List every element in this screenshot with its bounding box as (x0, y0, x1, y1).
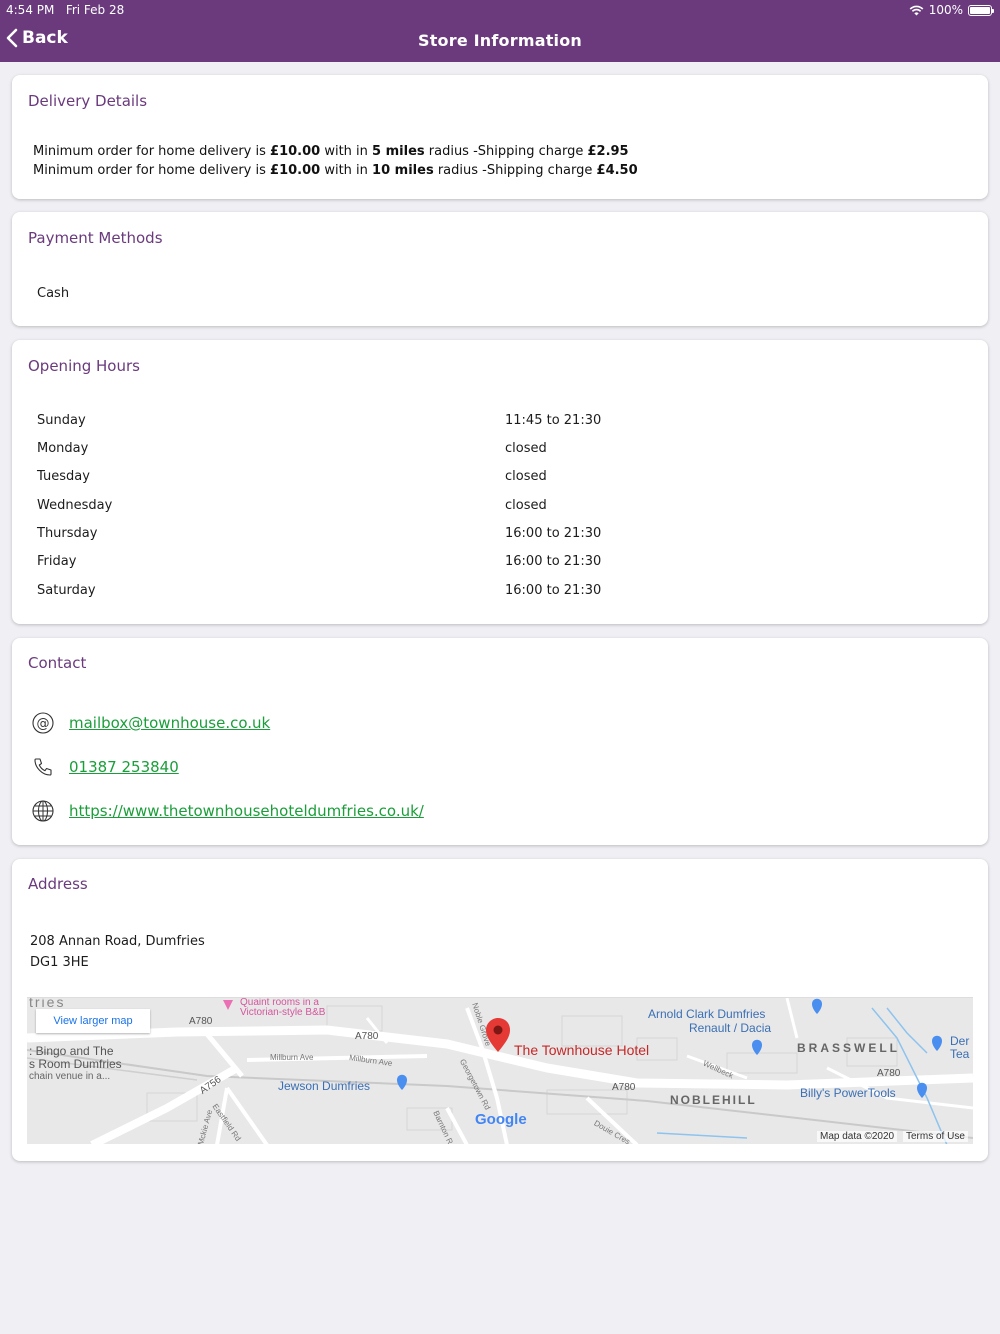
wifi-icon (909, 5, 924, 15)
delivery-radius: 10 miles (372, 163, 434, 178)
map-label: s Room Dumfries (29, 1057, 122, 1071)
contact-title: Contact (28, 654, 87, 672)
hours-row: Tuesday closed (37, 469, 977, 489)
address-card: Address 208 Annan Road, Dumfries DG1 3HE (12, 859, 988, 1161)
contact-email-row: @ mailbox@townhouse.co.uk (30, 710, 270, 736)
phone-icon (30, 754, 56, 780)
map-label: BRASSWELL (797, 1041, 900, 1055)
globe-icon (30, 798, 56, 824)
hours-time: 11:45 to 21:30 (505, 413, 602, 428)
map-label: Der (950, 1034, 970, 1048)
delivery-line: Minimum order for home delivery is £10.0… (33, 163, 638, 178)
address-line1: 208 Annan Road, Dumfries (30, 934, 205, 949)
page-title: Store Information (417, 31, 583, 50)
map-label: A780 (877, 1068, 901, 1079)
hours-row: Saturday 16:00 to 21:30 (37, 583, 977, 603)
hours-row: Friday 16:00 to 21:30 (37, 554, 977, 574)
delivery-amount: £10.00 (270, 163, 321, 178)
battery-icon (968, 4, 994, 16)
map-embed[interactable]: View larger map tries Quaint rooms in a … (27, 997, 973, 1144)
delivery-text: with in (320, 144, 373, 159)
map-terms-link[interactable]: Terms of Use (903, 1131, 968, 1142)
map-label: A780 (355, 1031, 379, 1042)
delivery-line: Minimum order for home delivery is £10.0… (33, 144, 629, 159)
map-label: Tea (950, 1047, 970, 1061)
hours-time: 16:00 to 21:30 (505, 554, 602, 569)
hours-row: Wednesday closed (37, 498, 977, 518)
hours-day: Wednesday (37, 498, 113, 513)
contact-phone-row: 01387 253840 (30, 754, 179, 780)
contact-website-row: https://www.thetownhousehoteldumfries.co… (30, 798, 424, 824)
delivery-radius: 5 miles (372, 144, 425, 159)
hours-day: Saturday (37, 583, 96, 598)
delivery-text: Minimum order for home delivery is (33, 163, 271, 178)
email-link[interactable]: mailbox@townhouse.co.uk (69, 714, 270, 732)
map-label: tries (29, 997, 66, 1010)
delivery-amount: £10.00 (270, 144, 321, 159)
hours-time: 16:00 to 21:30 (505, 526, 602, 541)
battery-percent: 100% (928, 3, 963, 17)
hours-time: closed (505, 469, 547, 484)
map-label: Renault / Dacia (689, 1021, 772, 1035)
view-larger-map-link[interactable]: View larger map (36, 1009, 150, 1033)
payment-title: Payment Methods (28, 229, 163, 247)
delivery-text: with in (320, 163, 373, 178)
delivery-charge: £2.95 (587, 144, 629, 159)
delivery-charge: £4.50 (596, 163, 638, 178)
map-label: NOBLEHILL (670, 1093, 757, 1107)
svg-text:@: @ (37, 717, 50, 732)
hours-row: Monday closed (37, 441, 977, 461)
hours-card: Opening Hours Sunday 11:45 to 21:30 Monda… (12, 340, 988, 624)
map-label: A780 (189, 1016, 213, 1027)
status-time-date: 4:54 PM Fri Feb 28 (6, 3, 124, 17)
address-title: Address (28, 875, 88, 893)
hours-day: Friday (37, 554, 77, 569)
delivery-text: radius -Shipping charge (424, 144, 588, 159)
hours-day: Tuesday (37, 469, 90, 484)
hours-title: Opening Hours (28, 357, 140, 375)
hours-day: Sunday (37, 413, 86, 428)
hours-row: Thursday 16:00 to 21:30 (37, 526, 977, 546)
hours-time: closed (505, 498, 547, 513)
map-label: Billy's PowerTools (800, 1086, 896, 1100)
status-time: 4:54 PM (6, 3, 55, 17)
hours-row: Sunday 11:45 to 21:30 (37, 413, 977, 433)
address-line2: DG1 3HE (30, 955, 89, 970)
hours-day: Thursday (37, 526, 98, 541)
website-link[interactable]: https://www.thetownhousehoteldumfries.co… (69, 802, 424, 820)
map-place-label: The Townhouse Hotel (514, 1042, 650, 1058)
google-logo: Google (475, 1111, 527, 1128)
delivery-text: Minimum order for home delivery is (33, 144, 271, 159)
map-label: Arnold Clark Dumfries (648, 1007, 766, 1021)
status-right: 100% (909, 3, 994, 17)
hours-time: 16:00 to 21:30 (505, 583, 602, 598)
hours-day: Monday (37, 441, 89, 456)
map-label: chain venue in a... (29, 1071, 111, 1082)
at-sign-icon: @ (30, 710, 56, 736)
contact-card: Contact @ mailbox@townhouse.co.uk 01387 … (12, 638, 988, 845)
map-label: A780 (612, 1082, 636, 1093)
phone-link[interactable]: 01387 253840 (69, 758, 179, 776)
nav-bar: 4:54 PM Fri Feb 28 100% Back Store Infor… (0, 0, 1000, 62)
delivery-card: Delivery Details Minimum order for home … (12, 75, 988, 199)
map-label: Jewson Dumfries (278, 1079, 371, 1093)
delivery-text: radius -Shipping charge (433, 163, 597, 178)
payment-method: Cash (37, 286, 70, 301)
payment-card: Payment Methods Cash (12, 212, 988, 326)
map-label: Millburn Ave (270, 1053, 314, 1062)
map-label: Victorian-style B&B (240, 1007, 326, 1018)
delivery-title: Delivery Details (28, 92, 148, 110)
map-label: : Bingo and The (29, 1044, 114, 1058)
status-date: Fri Feb 28 (65, 3, 125, 17)
hours-time: closed (505, 441, 547, 456)
map-attribution: Map data ©2020 (817, 1131, 898, 1142)
